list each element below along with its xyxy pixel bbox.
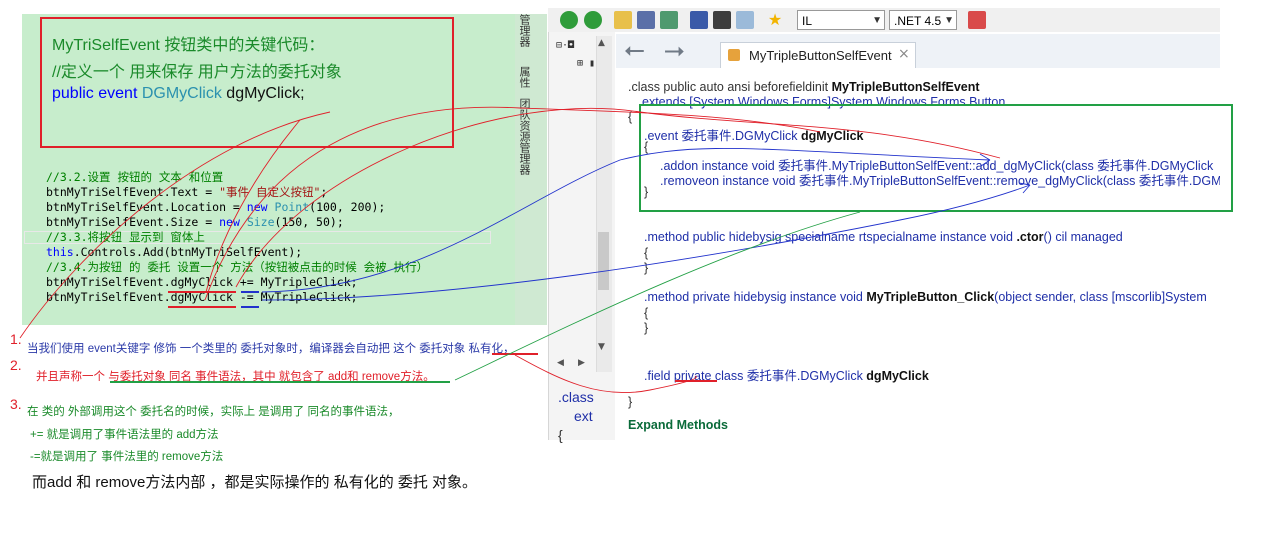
red-curve-left-margin — [19, 111, 331, 339]
green-curve-note-to-event — [454, 211, 861, 381]
annotation-curves — [19, 106, 1031, 394]
red-curve-box-to-code — [205, 119, 301, 293]
blue-curve-plus-to-add — [261, 148, 991, 293]
red-curve-privatize-to-field — [514, 354, 697, 394]
blue-curve-minus-to-remove — [261, 184, 1031, 301]
red-curve-dgmyclick-to-event — [204, 106, 821, 301]
